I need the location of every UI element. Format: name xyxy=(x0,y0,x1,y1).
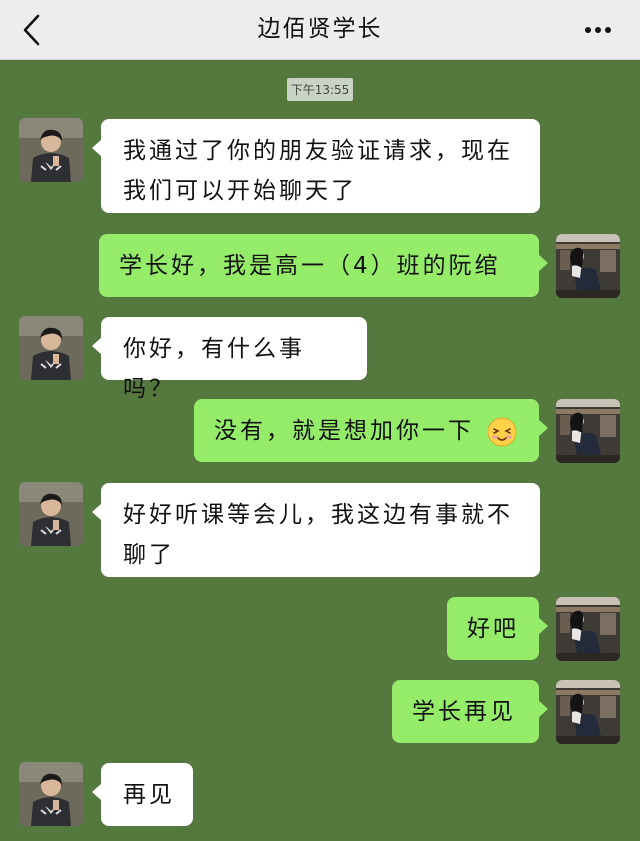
message-text: 我通过了你的朋友验证请求，现在我们可以开始聊天了 xyxy=(123,138,513,204)
message-text: 学长好，我是高一（4）班的阮绾 xyxy=(119,253,501,279)
message-text: 好吧 xyxy=(467,616,519,642)
message-text: 你好，有什么事吗？ xyxy=(123,336,305,402)
more-dots-icon xyxy=(585,27,611,33)
self-avatar[interactable] xyxy=(556,597,620,661)
outgoing-message-bubble[interactable]: 学长再见 xyxy=(392,680,548,743)
chat-header: 边佰贤学长 xyxy=(0,0,640,60)
incoming-message-bubble[interactable]: 我通过了你的朋友验证请求，现在我们可以开始聊天了 xyxy=(92,119,540,213)
message-text: 再见 xyxy=(123,782,175,808)
contact-avatar[interactable] xyxy=(19,482,83,546)
incoming-message-bubble[interactable]: 再见 xyxy=(92,763,193,826)
incoming-message-bubble[interactable]: 好好听课等会儿，我这边有事就不聊了 xyxy=(92,483,540,577)
blush-smile-emoji xyxy=(487,417,517,446)
message-text: 好好听课等会儿，我这边有事就不聊了 xyxy=(123,502,513,568)
chevron-left-icon xyxy=(23,14,40,46)
back-button[interactable] xyxy=(14,10,54,50)
outgoing-message-bubble[interactable]: 好吧 xyxy=(447,597,548,660)
contact-avatar[interactable] xyxy=(19,118,83,182)
more-button[interactable] xyxy=(578,10,618,50)
outgoing-message-bubble[interactable]: 没有，就是想加你一下 xyxy=(194,399,548,462)
outgoing-message-bubble[interactable]: 学长好，我是高一（4）班的阮绾 xyxy=(99,234,548,297)
self-avatar[interactable] xyxy=(556,234,620,298)
chat-title: 边佰贤学长 xyxy=(257,16,383,42)
incoming-message-bubble[interactable]: 你好，有什么事吗？ xyxy=(92,317,367,402)
timestamp-row: 下午13:55 xyxy=(0,78,640,101)
message-timestamp: 下午13:55 xyxy=(286,78,354,101)
self-avatar[interactable] xyxy=(556,680,620,744)
message-text: 没有，就是想加你一下 xyxy=(214,418,474,444)
self-avatar[interactable] xyxy=(556,399,620,463)
message-text: 学长再见 xyxy=(412,699,516,725)
contact-avatar[interactable] xyxy=(19,316,83,380)
contact-avatar[interactable] xyxy=(19,762,83,826)
